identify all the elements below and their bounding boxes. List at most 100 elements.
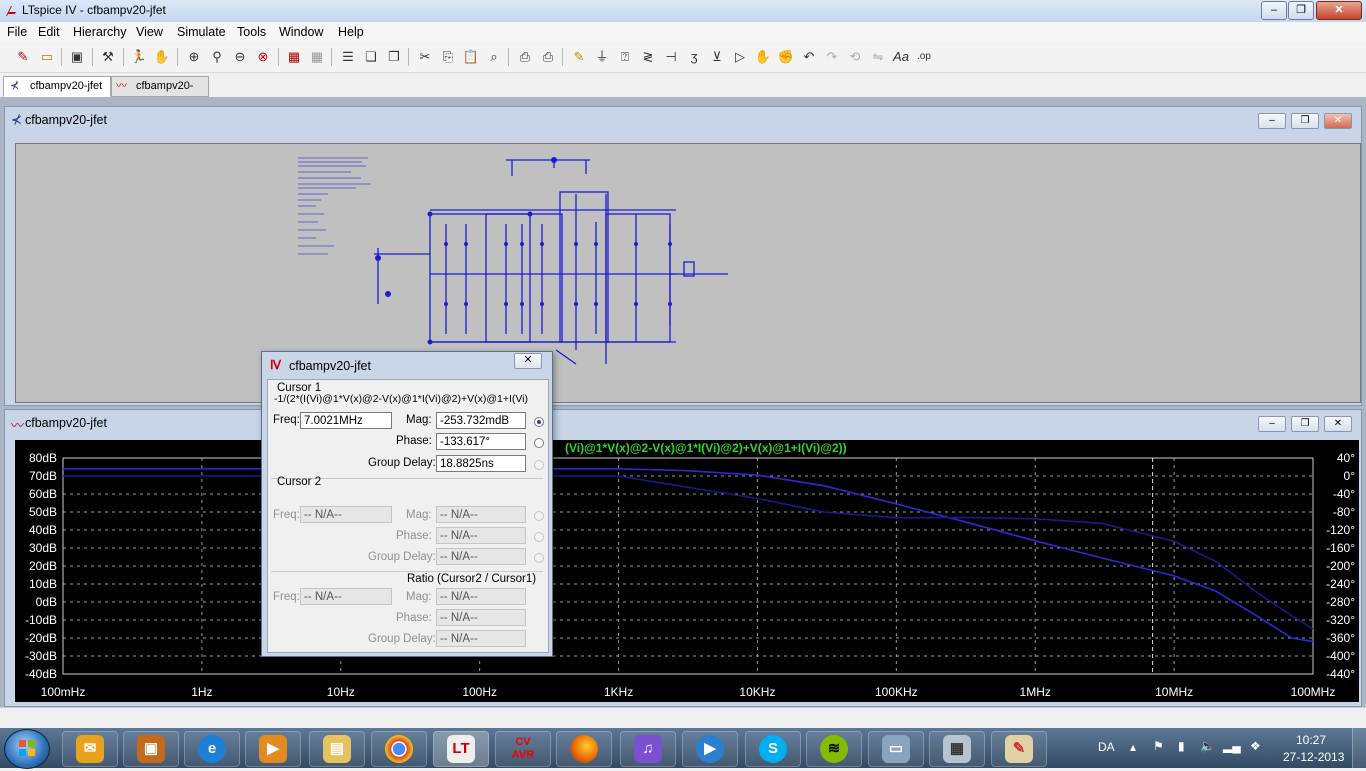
taskbar-media-center[interactable]: ▶ xyxy=(245,731,301,767)
zoom-out-icon[interactable]: ⊖ xyxy=(231,48,249,66)
text-icon[interactable]: Aa xyxy=(892,48,910,66)
drag-icon[interactable]: ✊ xyxy=(777,48,795,66)
menu-simulate[interactable]: Simulate xyxy=(177,25,226,39)
taskbar-chrome[interactable] xyxy=(371,731,427,767)
waveform-minimize-button[interactable]: – xyxy=(1258,416,1286,432)
ratio-mag-field[interactable]: -- N/A-- xyxy=(436,588,526,605)
move-icon[interactable]: ✋ xyxy=(754,48,772,66)
menu-hierarchy[interactable]: Hierarchy xyxy=(73,25,127,39)
rotate-icon[interactable]: ⟲ xyxy=(846,48,864,66)
taskbar-skype[interactable]: S xyxy=(745,731,801,767)
spice-directive-icon[interactable]: .op xyxy=(915,48,933,66)
copy-icon[interactable]: ⎘ xyxy=(439,48,457,66)
cursor1-phase-radio[interactable] xyxy=(534,438,544,448)
taskbar-ltspice[interactable]: LT xyxy=(433,731,489,767)
paste-icon[interactable]: 📋 xyxy=(462,48,480,66)
save-icon[interactable]: ▣ xyxy=(68,48,86,66)
schematic-close-button[interactable]: ✕ xyxy=(1324,113,1352,129)
capacitor-icon[interactable]: ⊣ xyxy=(662,48,680,66)
cursor1-group-delay-radio[interactable] xyxy=(534,460,544,470)
mirror-icon[interactable]: ⇋ xyxy=(869,48,887,66)
cursor1-mag-radio[interactable] xyxy=(534,417,544,427)
find-icon[interactable]: ⌕ xyxy=(485,48,503,66)
dropbox-icon[interactable]: ❖ xyxy=(1250,739,1261,753)
bode-plot[interactable]: 100mHz 1Hz 10Hz 100Hz 1KHz 10KHz 100KHz 1MHz 10M… xyxy=(15,440,1359,702)
cursor2-group-delay-field[interactable]: -- N/A-- xyxy=(436,548,526,565)
minimize-button[interactable]: – xyxy=(1261,1,1287,20)
cursor2-mag-radio[interactable] xyxy=(534,511,544,521)
diode-icon[interactable]: ⊻ xyxy=(708,48,726,66)
zoom-cancel-icon[interactable]: ⊗ xyxy=(254,48,272,66)
taskbar-installer[interactable]: ▣ xyxy=(123,731,179,767)
cut-icon[interactable]: ✂ xyxy=(416,48,434,66)
language-indicator[interactable]: DA xyxy=(1098,740,1115,754)
taskbar-cvavr[interactable]: CV AVR xyxy=(495,731,551,767)
tray-expand-icon[interactable]: ▴ xyxy=(1130,740,1136,754)
taskbar-remote[interactable]: ▭ xyxy=(868,731,924,767)
cursor1-phase-field[interactable]: -133.617° xyxy=(436,433,526,450)
grid-icon[interactable]: ▦ xyxy=(308,48,326,66)
label-net-icon[interactable]: ⍰ xyxy=(616,48,634,66)
action-center-icon[interactable]: ⚑ xyxy=(1153,739,1164,753)
control-panel-icon[interactable]: ⚒ xyxy=(99,48,117,66)
draw-wire-icon[interactable]: ✎ xyxy=(570,48,588,66)
ratio-phase-field[interactable]: -- N/A-- xyxy=(436,609,526,626)
menu-help[interactable]: Help xyxy=(338,25,364,39)
close-button[interactable]: ✕ xyxy=(1316,1,1362,20)
schematic-minimize-button[interactable]: – xyxy=(1258,113,1286,129)
redo-icon[interactable]: ↷ xyxy=(823,48,841,66)
menu-file[interactable]: File xyxy=(7,25,27,39)
menu-window[interactable]: Window xyxy=(279,25,323,39)
cursor2-group-delay-radio[interactable] xyxy=(534,553,544,563)
trace-label[interactable]: (Vi)@1*V(x)@2-V(x)@1*I(Vi)@2)+V(x)@1+I(V… xyxy=(565,441,847,455)
taskbar-paint[interactable]: ✎ xyxy=(991,731,1047,767)
zoom-pan-icon[interactable]: ⚲ xyxy=(208,48,226,66)
inductor-icon[interactable]: ʒ xyxy=(685,48,703,66)
taskbar-mediaplayer[interactable]: ▶ xyxy=(682,731,738,767)
volume-icon[interactable]: 🔈 xyxy=(1200,739,1215,753)
zoom-in-icon[interactable]: ⊕ xyxy=(185,48,203,66)
component-icon[interactable]: ▷ xyxy=(731,48,749,66)
ratio-group-delay-field[interactable]: -- N/A-- xyxy=(436,630,526,647)
cursor1-mag-field[interactable]: -253.732mdB xyxy=(436,412,526,429)
waveform-restore-button[interactable]: ❐ xyxy=(1291,416,1319,432)
show-desktop-button[interactable] xyxy=(1352,728,1366,768)
new-schematic-icon[interactable]: ✎ xyxy=(14,48,32,66)
tile-horizontal-icon[interactable]: ☰ xyxy=(339,48,357,66)
network-icon[interactable]: ▂▄ xyxy=(1223,739,1241,753)
cursor2-phase-field[interactable]: -- N/A-- xyxy=(436,527,526,544)
taskbar-outlook[interactable]: ✉ xyxy=(62,731,118,767)
clock-date[interactable]: 27-12-2013 xyxy=(1283,750,1344,764)
taskbar-spotify[interactable]: ≋ xyxy=(806,731,862,767)
tab-schematic[interactable]: ⊀ cfbampv20-jfet xyxy=(3,76,111,97)
cursor1-group-delay-field[interactable]: 18.8825ns xyxy=(436,455,526,472)
cursor1-freq-field[interactable]: 7.0021MHz xyxy=(300,412,392,429)
autorange-icon[interactable]: ▦ xyxy=(285,48,303,66)
print-setup-icon[interactable]: ⎙ xyxy=(516,48,534,66)
clock-time[interactable]: 10:27 xyxy=(1296,733,1326,747)
cursor2-phase-radio[interactable] xyxy=(534,532,544,542)
print-icon[interactable]: ⎙ xyxy=(539,48,557,66)
waveform-close-button[interactable]: ✕ xyxy=(1324,416,1352,432)
halt-icon[interactable]: ✋ xyxy=(153,48,171,66)
ground-icon[interactable]: ⏚ xyxy=(593,48,611,66)
plot-canvas[interactable]: 100mHz 1Hz 10Hz 100Hz 1KHz 10KHz 100KHz 1MHz 10M… xyxy=(15,440,1359,702)
cascade-icon[interactable]: ❏ xyxy=(362,48,380,66)
taskbar-itunes[interactable]: ♫ xyxy=(620,731,676,767)
cursor2-freq-field[interactable]: -- N/A-- xyxy=(300,506,392,523)
run-icon[interactable]: 🏃 xyxy=(130,48,148,66)
menu-tools[interactable]: Tools xyxy=(237,25,266,39)
taskbar-firefox[interactable] xyxy=(556,731,612,767)
cursor2-mag-field[interactable]: -- N/A-- xyxy=(436,506,526,523)
menu-view[interactable]: View xyxy=(136,25,163,39)
tab-waveform[interactable]: 〰 cfbampv20-jfet xyxy=(111,76,209,111)
dialog-close-button[interactable]: ✕ xyxy=(514,353,542,369)
close-all-icon[interactable]: ❐ xyxy=(385,48,403,66)
start-button[interactable] xyxy=(4,729,50,769)
taskbar-ie[interactable]: e xyxy=(184,731,240,767)
resistor-icon[interactable]: ≷ xyxy=(639,48,657,66)
ratio-freq-field[interactable]: -- N/A-- xyxy=(300,588,392,605)
schematic-restore-button[interactable]: ❐ xyxy=(1291,113,1319,129)
taskbar-explorer[interactable]: ▤ xyxy=(309,731,365,767)
battery-icon[interactable]: ▮ xyxy=(1178,739,1185,753)
